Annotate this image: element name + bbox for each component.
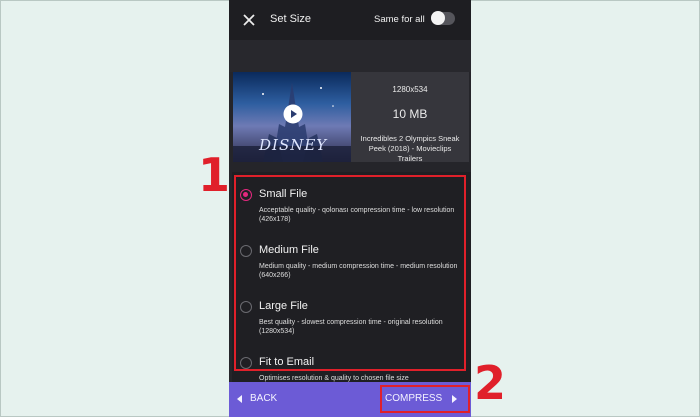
page-title: Set Size (270, 13, 311, 25)
video-resolution: 1280x534 (392, 85, 428, 94)
video-thumbnail[interactable]: DISNEY (233, 72, 351, 162)
toggle-knob (431, 11, 445, 25)
back-arrow-icon (237, 394, 242, 403)
step-marker-1: 1 (198, 148, 231, 202)
thumbnail-logo: DISNEY (259, 136, 328, 154)
compress-highlight-box (380, 385, 470, 413)
play-icon[interactable] (283, 104, 303, 124)
back-label: BACK (250, 393, 278, 404)
same-for-all-toggle[interactable] (431, 11, 455, 25)
back-button[interactable]: BACK (237, 393, 277, 404)
step-marker-2: 2 (474, 356, 507, 410)
video-file-size: 10 MB (392, 107, 428, 121)
same-for-all-label: Same for all (374, 14, 425, 25)
video-card: DISNEY 1280x534 10 MB Incredibles 2 Olym… (233, 72, 469, 163)
video-meta: 1280x534 10 MB Incredibles 2 Olympics Sn… (351, 72, 469, 163)
options-highlight-box (234, 175, 466, 371)
top-bar: Set Size Same for all (229, 0, 471, 40)
video-title: Incredibles 2 Olympics Sneak Peek (2018)… (360, 134, 460, 163)
spacer-band (229, 40, 471, 72)
close-icon[interactable] (241, 12, 257, 28)
